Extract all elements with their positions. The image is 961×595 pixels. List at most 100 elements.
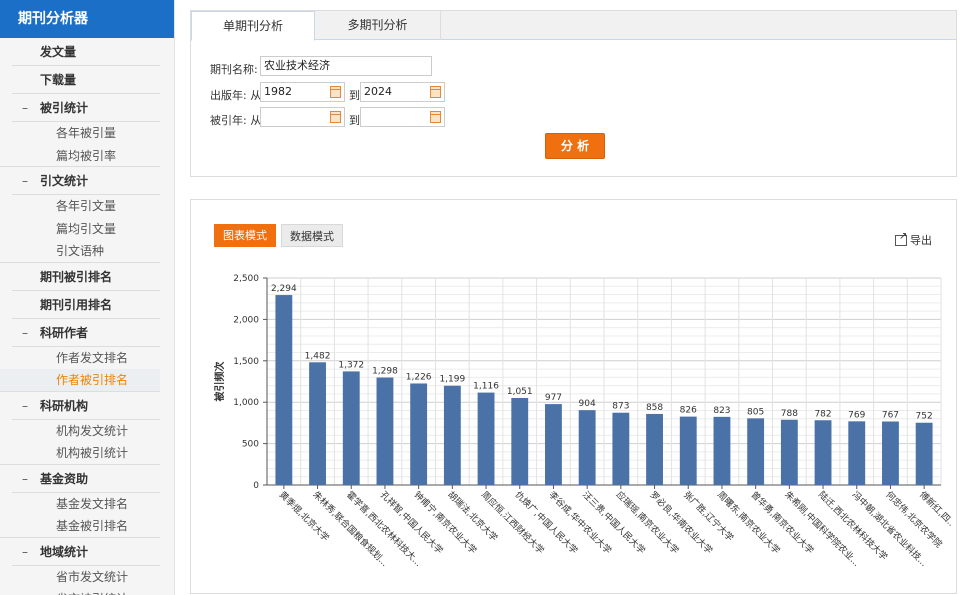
bar-value-label: 858 [646,403,663,413]
sidebar-group[interactable]: – 科研作者 [12,319,160,347]
collapse-icon[interactable]: – [22,167,28,195]
pub-year-to-value: 2024 [364,85,392,98]
pub-year-to-input[interactable]: 2024 [360,82,445,102]
sidebar-label: 下载量 [40,73,77,87]
bar [646,413,663,485]
pub-year-label: 出版年: 从 [210,89,262,102]
cite-year-from-input[interactable] [260,107,345,127]
bar [477,392,495,485]
bar-value-label: 1,372 [338,360,364,370]
bar-value-label: 752 [916,412,933,422]
sidebar-subitem[interactable]: 引文语种 [0,240,160,263]
sidebar-label: 篇均被引率 [56,148,117,163]
sidebar-item[interactable]: 期刊引用排名 [12,291,160,319]
sidebar-item[interactable]: 发文量 [12,38,160,66]
sidebar-group[interactable]: – 科研机构 [12,392,160,420]
sidebar-menu: 发文量 下载量 – 被引统计 各年被引量 篇均被引率 – 引文统计 各年引文量 篇均引文量 引文语种… [0,38,174,595]
bar-value-label: 782 [814,409,831,419]
sidebar-label: 期刊被引排名 [40,269,113,284]
sidebar-label: 作者被引排名 [56,373,129,387]
bar [780,419,798,485]
collapse-icon[interactable]: – [22,538,28,566]
sidebar-subitem[interactable]: 省市发文统计 [0,566,174,589]
sidebar-label: 机构被引统计 [56,446,129,460]
sidebar-label: 基金资助 [40,471,89,486]
calendar-icon[interactable] [430,86,441,98]
sidebar: 期刊分析器 发文量 下载量 – 被引统计 各年被引量 篇均被引率 – 引文统计 各年引文量 篇均引… [0,0,175,595]
tab-multi-journal[interactable]: 多期刊分析 [315,11,441,40]
query-form: 期刊名称: 农业技术经济 出版年: 从 1982 到 2024 被引年: 从 到… [191,40,956,174]
sidebar-label: 引文统计 [40,174,89,188]
main-content: 单期刊分析 多期刊分析 期刊名称: 农业技术经济 出版年: 从 1982 到 2… [190,10,957,594]
sidebar-subitem[interactable]: 省市被引统计 [0,588,174,595]
sidebar-label: 科研机构 [40,398,89,413]
cite-year-label: 被引年: 从 [210,114,262,127]
cite-year-to-input[interactable] [360,107,445,127]
bar-value-label: 977 [545,393,562,403]
pub-year-from-input[interactable]: 1982 [260,82,345,102]
sidebar-subitem[interactable]: 基金发文排名 [0,493,174,516]
journal-name-input[interactable]: 农业技术经济 [260,56,432,76]
calendar-icon[interactable] [330,111,341,123]
sidebar-subitem[interactable]: 篇均引文量 [0,218,174,241]
bar [342,371,360,485]
sidebar-subitem[interactable]: 作者发文排名 [0,347,174,370]
export-button[interactable]: 导出 [895,231,932,248]
sidebar-group[interactable]: – 引文统计 [12,167,160,195]
sidebar-group[interactable]: – 基金资助 [12,465,160,493]
bar-value-label: 1,116 [473,382,499,392]
y-axis-label: 被引频次 [213,362,226,402]
sidebar-subitem[interactable]: 基金被引排名 [0,515,160,538]
y-tick-label: 1,500 [233,357,259,367]
sidebar-subitem[interactable]: 各年引文量 [0,195,174,218]
pub-year-from-value: 1982 [264,85,292,98]
sidebar-group[interactable]: – 被引统计 [12,94,160,122]
calendar-icon[interactable] [430,111,441,123]
collapse-icon[interactable]: – [22,465,28,493]
collapse-icon[interactable]: – [22,319,28,347]
x-tick-label: 何忠伟,北京农学院 [883,489,944,550]
x-tick-label: 汪三贵,中国人民大学 [580,489,648,557]
calendar-icon[interactable] [330,86,341,98]
export-icon [895,231,907,246]
bar [275,295,293,485]
bar [713,416,731,485]
query-panel: 单期刊分析 多期刊分析 期刊名称: 农业技术经济 出版年: 从 1982 到 2… [190,10,957,177]
bar-value-label: 767 [882,410,899,420]
bar [410,383,428,485]
result-panel: 图表模式 数据模式 导出 0 500 1,000 1,500 2,000 2,500 被引频… [190,199,957,594]
sidebar-subitem[interactable]: 篇均被引率 [0,145,160,167]
sidebar-group[interactable]: – 地域统计 [12,538,160,566]
bar-value-label: 1,298 [372,367,398,377]
data-mode-button[interactable]: 数据模式 [281,224,343,247]
analyze-button[interactable]: 分 析 [545,133,605,159]
collapse-icon[interactable]: – [22,392,28,420]
sidebar-item[interactable]: 下载量 [12,66,160,94]
chart-mode-button[interactable]: 图表模式 [214,224,276,247]
sidebar-label: 基金发文排名 [56,496,129,511]
bar [376,377,394,485]
sidebar-title: 期刊分析器 [0,0,174,38]
bar [882,421,899,485]
bar [511,397,529,485]
tab-single-journal[interactable]: 单期刊分析 [191,11,315,41]
bar-value-label: 826 [680,406,697,416]
x-tick-label: 应瑞瑶,南京农业大学 [614,489,682,557]
bar-value-label: 1,199 [439,375,465,385]
to-label: 到 [349,89,360,102]
bar-value-label: 1,226 [406,372,432,382]
export-label: 导出 [910,234,932,247]
sidebar-label: 科研作者 [40,325,89,340]
y-tick-label: 0 [253,481,259,491]
bar-value-label: 1,482 [305,351,331,361]
sidebar-subitem[interactable]: 机构发文统计 [0,420,174,443]
bar [309,362,326,485]
bar [747,418,765,485]
to-label: 到 [349,114,360,127]
collapse-icon[interactable]: – [22,94,28,122]
sidebar-item[interactable]: 期刊被引排名 [12,263,160,291]
sidebar-subitem[interactable]: 机构被引统计 [0,442,160,465]
sidebar-subitem[interactable]: 作者被引排名 [0,369,160,392]
sidebar-subitem[interactable]: 各年被引量 [0,122,174,145]
x-tick-label: 李谷成,华中农业大学 [546,489,614,557]
